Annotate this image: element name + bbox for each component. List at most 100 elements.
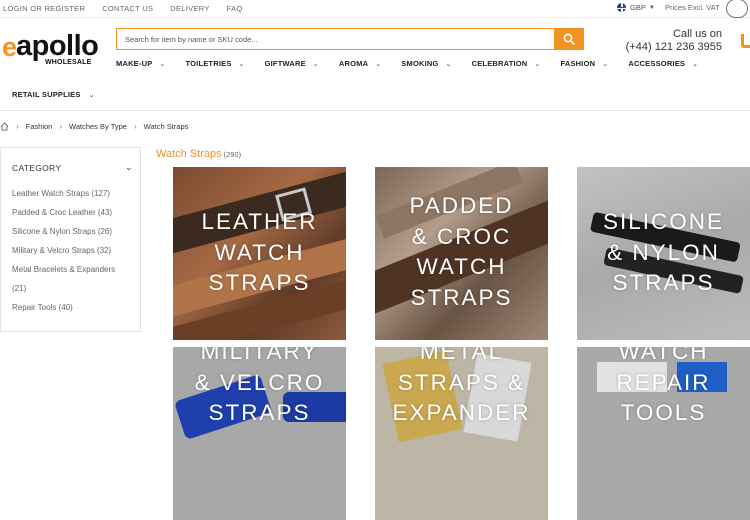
category-tile-military-velcro[interactable]: MILITARY & VELCRO STRAPS [173,347,346,520]
search-button[interactable] [554,29,583,49]
delivery-link[interactable]: DELIVERY [170,4,209,13]
tile-label-line: STRAPS & [397,369,526,395]
nav-item-giftware[interactable]: GIFTWARE ⌄ [265,59,319,68]
header: e apollo WHOLESALE Call us on (+44) 121 … [0,18,750,111]
nav-item-retail-supplies[interactable]: RETAIL SUPPLIES ⌄ [12,90,95,99]
tile-label-line: MILITARY [200,347,319,364]
results-count: (290) [223,150,242,159]
category-tile-silicone-nylon[interactable]: SILICONE & NYLON STRAPS [577,167,750,340]
top-bar: LOGIN OR REGISTER CONTACT US DELIVERY FA… [0,0,750,18]
category-sidebar: CATEGORY ⌄ Leather Watch Straps (127) Pa… [0,147,141,332]
chevron-down-icon[interactable]: ⌄ [125,162,133,173]
tile-label-line: WATCH [214,239,305,265]
chevron-down-icon: ⌄ [238,61,245,68]
tile-label-line: STRAPS [612,270,715,295]
tile-label-line: & CROC [411,223,512,249]
tile-label: WATCH REPAIR TOOLS [577,347,750,429]
nav-item-aroma[interactable]: AROMA ⌄ [339,59,381,68]
nav-label: MAKE-UP [116,59,153,68]
category-heading[interactable]: CATEGORY [12,163,61,173]
tile-label-line: SILICONE [602,209,725,234]
nav-label: TOILETRIES [185,59,232,68]
caret-down-icon: ▼ [648,4,655,11]
home-icon[interactable] [0,122,9,131]
call-us-label: Call us on [673,28,722,40]
category-tile-metal-straps[interactable]: METAL STRAPS & EXPANDER [375,347,548,520]
search-icon [563,33,575,45]
logo[interactable]: e apollo WHOLESALE [2,30,102,70]
category-tile-leather[interactable]: LEATHER WATCH STRAPS [173,167,346,340]
phone-number[interactable]: (+44) 121 236 3955 [600,41,722,53]
nav-item-accessories[interactable]: ACCESSORIES ⌄ [628,59,698,68]
category-item-military-velcro[interactable]: Military & Velcro Straps (32) [12,241,137,260]
tile-label: LEATHER WATCH STRAPS [173,207,346,299]
login-register-link[interactable]: LOGIN OR REGISTER [3,4,85,13]
tile-label-line: STRAPS [410,284,513,310]
breadcrumb-current: Watch Straps [143,122,189,131]
category-item-silicone-nylon[interactable]: Silicone & Nylon Straps (26) [12,222,137,241]
chevron-right-icon: › [133,122,137,131]
chevron-right-icon: › [16,122,19,131]
tile-label: MILITARY & VELCRO STRAPS [173,347,346,429]
tile-label-line: STRAPS [208,400,311,425]
currency-selector[interactable]: GBP ▼ [617,3,655,12]
chevron-down-icon: ⌄ [375,61,382,68]
tile-label-line: REPAIR [616,369,711,395]
chevron-down-icon: ⌄ [159,61,166,68]
currency-label: GBP [630,3,646,12]
tile-label: PADDED & CROC WATCH STRAPS [375,191,548,313]
cart-icon[interactable] [741,34,750,48]
tile-label: METAL STRAPS & EXPANDER [375,347,548,429]
nav-label: CELEBRATION [471,59,528,68]
nav-label: GIFTWARE [264,59,306,68]
nav-label: FASHION [560,59,596,68]
breadcrumb-watches-by-type[interactable]: Watches By Type [69,122,127,131]
nav-item-celebration[interactable]: CELEBRATION ⌄ [472,59,541,68]
category-tile-repair-tools[interactable]: WATCH REPAIR TOOLS [577,347,750,520]
nav-item-toiletries[interactable]: TOILETRIES ⌄ [185,59,244,68]
category-list: Leather Watch Straps (127) Padded & Croc… [12,184,137,317]
category-item-metal-bracelets-count[interactable]: (21) [12,279,137,298]
search-bar [116,28,584,50]
chevron-right-icon: › [59,122,63,131]
vat-toggle[interactable] [726,0,748,18]
breadcrumb-fashion[interactable]: Fashion [26,122,53,131]
results-title-text: Watch Straps [156,148,222,160]
breadcrumb: › Fashion › Watches By Type › Watch Stra… [0,122,188,131]
category-item-padded-croc[interactable]: Padded & Croc Leather (43) [12,203,137,222]
tile-label-line: STRAPS [208,270,311,295]
logo-e-mark: e [2,32,18,62]
results-title: Watch Straps (290) [156,148,241,160]
chevron-down-icon: ⌄ [534,61,541,68]
nav-label: SMOKING [401,59,439,68]
nav-item-smoking[interactable]: SMOKING ⌄ [401,59,451,68]
contact-info: Call us on (+44) 121 236 3955 [600,28,722,53]
category-item-metal-bracelets[interactable]: Metal Bracelets & Expanders [12,260,137,279]
chevron-down-icon: ⌄ [312,61,319,68]
category-tile-padded-croc[interactable]: PADDED & CROC WATCH STRAPS [375,167,548,340]
tile-label: SILICONE & NYLON STRAPS [577,207,750,299]
tile-label-line: WATCH [618,347,709,364]
contact-us-link[interactable]: CONTACT US [102,4,153,13]
nav-label: ACCESSORIES [628,59,686,68]
search-input[interactable] [117,29,571,49]
tile-label-line: & NYLON [607,239,720,265]
chevron-down-icon: ⌄ [88,92,95,99]
chevron-down-icon: ⌄ [692,61,699,68]
tile-label-line: EXPANDER [392,400,531,425]
category-item-repair-tools[interactable]: Repair Tools (40) [12,298,137,317]
nav-label: AROMA [338,59,369,68]
main-nav: MAKE-UP ⌄ TOILETRIES ⌄ GIFTWARE ⌄ AROMA ⌄ SM… [116,59,718,68]
nav-label: RETAIL SUPPLIES [12,90,81,99]
faq-link[interactable]: FAQ [227,4,243,13]
category-item-leather[interactable]: Leather Watch Straps (127) [12,184,137,203]
tile-label-line: WATCH [416,254,507,279]
uk-flag-icon [617,3,626,12]
nav-item-fashion[interactable]: FASHION ⌄ [561,59,609,68]
top-links: LOGIN OR REGISTER CONTACT US DELIVERY FA… [3,4,260,13]
tile-label-line: & VELCRO [194,369,325,395]
nav-item-makeup[interactable]: MAKE-UP ⌄ [116,59,165,68]
logo-sub: WHOLESALE [45,59,92,66]
chevron-down-icon: ⌄ [602,61,609,68]
tile-label-line: LEATHER [201,209,318,234]
